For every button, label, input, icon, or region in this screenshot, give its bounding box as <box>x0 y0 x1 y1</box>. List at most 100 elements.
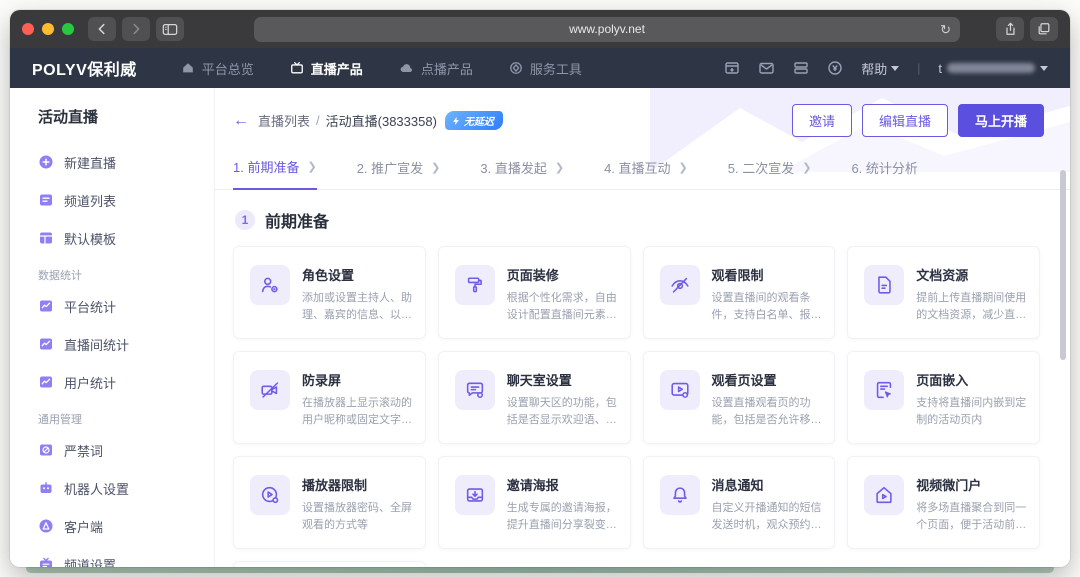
breadcrumb-current: 活动直播(3833358) <box>326 111 437 130</box>
chevron-left-icon <box>95 22 109 36</box>
edit-live-button[interactable]: 编辑直播 <box>862 104 948 137</box>
cloud-icon <box>399 61 414 75</box>
sidebar-item-user-stats[interactable]: 用户统计 <box>38 363 214 401</box>
sidebar-section-general-admin: 通用管理 <box>38 411 214 427</box>
main-content: ← 直播列表 / 活动直播(3833358) 无延迟 邀请 编辑直播 马上开播 … <box>215 88 1070 567</box>
menu-item-live-products[interactable]: 直播产品 <box>290 59 363 78</box>
vertical-scrollbar[interactable] <box>1060 170 1066 360</box>
tab-interaction[interactable]: 4. 直播互动❯ <box>604 157 688 189</box>
card-watch-restriction[interactable]: 观看限制设置直播间的观看条件，支持白名单、报名观看、验... <box>643 246 836 339</box>
channel-settings-icon <box>38 556 54 567</box>
card-player-restriction[interactable]: 播放器限制设置播放器密码、全屏观看的方式等 <box>233 456 426 549</box>
sidebar-item-client[interactable]: 客户端 <box>38 507 214 545</box>
invite-button[interactable]: 邀请 <box>792 104 852 137</box>
chevron-right-icon: ❯ <box>431 161 440 174</box>
document-icon <box>873 274 895 296</box>
tabs-overview-button[interactable] <box>1030 17 1058 41</box>
eye-off-icon <box>669 274 691 296</box>
sidebar-section-data-stats: 数据统计 <box>38 267 214 283</box>
window-controls <box>22 23 74 35</box>
card-chatroom-settings[interactable]: 聊天室设置设置聊天区的功能，包括是否显示欢迎语、是否支持... <box>438 351 631 444</box>
nav-divider: | <box>917 61 920 75</box>
card-document-resources[interactable]: 文档资源提前上传直播期间使用的文档资源，减少直播中的失... <box>847 246 1040 339</box>
client-icon <box>38 518 54 534</box>
chevron-right-icon: ❯ <box>307 160 316 173</box>
card-page-embed[interactable]: 页面嵌入支持将直播间内嵌到定制的活动页内 <box>847 351 1040 444</box>
tools-icon <box>509 61 523 75</box>
channel-list-icon <box>38 192 54 208</box>
url-text: www.polyv.net <box>569 22 645 36</box>
card-watch-page-settings[interactable]: 观看页设置设置直播观看页的功能，包括是否允许移动端观看等 <box>643 351 836 444</box>
sidebar-toggle-button[interactable] <box>156 17 184 41</box>
close-window-button[interactable] <box>22 23 34 35</box>
polyv-logo[interactable]: POLYV保利威 <box>32 56 137 80</box>
robot-icon <box>38 480 54 496</box>
help-menu[interactable]: 帮助 <box>861 59 899 78</box>
chart-icon <box>38 336 54 352</box>
chevron-down-icon <box>1040 66 1048 71</box>
chat-gear-icon <box>464 379 486 401</box>
browser-chrome: www.polyv.net ↻ <box>10 10 1070 48</box>
chevron-right-icon: ❯ <box>555 161 564 174</box>
url-bar[interactable]: www.polyv.net ↻ <box>254 17 960 42</box>
sidebar-item-room-stats[interactable]: 直播间统计 <box>38 325 214 363</box>
forward-button[interactable] <box>122 17 150 41</box>
back-button[interactable] <box>88 17 116 41</box>
role-person-icon <box>259 274 281 296</box>
sidebar-item-channel-settings[interactable]: 频道设置 <box>38 545 214 567</box>
bell-icon <box>669 484 691 506</box>
share-button[interactable] <box>996 17 1024 41</box>
menu-item-platform-overview[interactable]: 平台总览 <box>181 59 254 78</box>
minimize-window-button[interactable] <box>42 23 54 35</box>
username-redacted <box>947 63 1035 73</box>
card-page-decoration[interactable]: 页面装修根据个性化需求，自由设计配置直播间元素。支持自... <box>438 246 631 339</box>
feature-card-grid: 角色设置添加或设置主持人、助理、嘉宾的信息、以及新增助... 页面装修根据个性化… <box>233 246 1040 567</box>
scroll-area: 1 前期准备 角色设置添加或设置主持人、助理、嘉宾的信息、以及新增助... 页面… <box>215 190 1070 567</box>
server-icon[interactable] <box>793 60 809 76</box>
card-wechat-official[interactable]: 公众号适用于直播间引流至公众号或客服，沉淀用户至私域... <box>233 561 426 567</box>
sidebar-item-robot-settings[interactable]: 机器人设置 <box>38 469 214 507</box>
sidebar-item-default-template[interactable]: 默认模板 <box>38 219 214 257</box>
tab-promotion[interactable]: 2. 推广宣发❯ <box>357 157 441 189</box>
menu-item-service-tools[interactable]: 服务工具 <box>509 59 582 78</box>
mail-icon[interactable] <box>758 60 775 76</box>
menu-item-vod-products[interactable]: 点播产品 <box>399 59 473 78</box>
sidebar-item-new-live[interactable]: 新建直播 <box>38 143 214 181</box>
camera-off-icon <box>259 379 281 401</box>
back-arrow-icon[interactable]: ← <box>233 113 249 129</box>
player-gear-icon <box>259 484 281 506</box>
tab-launch[interactable]: 3. 直播发起❯ <box>480 157 564 189</box>
sidebar-item-banned-words[interactable]: 严禁词 <box>38 431 214 469</box>
paint-roller-icon <box>464 274 486 296</box>
tab-re-promotion[interactable]: 5. 二次宣发❯ <box>728 157 812 189</box>
breadcrumb-separator: / <box>316 113 320 128</box>
sidebar-panel-icon <box>162 23 178 36</box>
sidebar-item-platform-stats[interactable]: 平台统计 <box>38 287 214 325</box>
user-account-menu[interactable]: t <box>938 61 1048 76</box>
template-icon <box>38 230 54 246</box>
reload-icon[interactable]: ↻ <box>940 23 951 36</box>
tab-statistics[interactable]: 6. 统计分析 <box>851 157 917 189</box>
tab-preparation[interactable]: 1. 前期准备❯ <box>233 157 317 190</box>
section-title: 前期准备 <box>265 208 329 232</box>
chevron-right-icon <box>129 22 143 36</box>
storage-box-icon[interactable] <box>724 60 740 76</box>
breadcrumb-parent[interactable]: 直播列表 <box>258 111 310 130</box>
coin-icon[interactable] <box>827 60 843 76</box>
lightning-icon <box>451 116 461 126</box>
section-header: 1 前期准备 <box>235 208 1040 232</box>
chevron-down-icon <box>891 66 899 71</box>
sidebar-item-channel-list[interactable]: 频道列表 <box>38 181 214 219</box>
card-message-notification[interactable]: 消息通知自定义开播通知的短信发送时机，观众预约直播后，... <box>643 456 836 549</box>
plus-circle-icon <box>38 154 54 170</box>
card-role-settings[interactable]: 角色设置添加或设置主持人、助理、嘉宾的信息、以及新增助... <box>233 246 426 339</box>
card-invite-poster[interactable]: 邀请海报生成专属的邀请海报，提升直播间分享裂变的效果 <box>438 456 631 549</box>
maximize-window-button[interactable] <box>62 23 74 35</box>
card-anti-screen-record[interactable]: 防录屏在播放器上显示滚动的用户昵称或固定文字，达到防... <box>233 351 426 444</box>
chevron-right-icon: ❯ <box>679 161 688 174</box>
card-video-portal[interactable]: 视频微门户将多场直播聚合到同一个页面，便于活动前期的宣发... <box>847 456 1040 549</box>
start-live-button[interactable]: 马上开播 <box>958 104 1044 137</box>
banned-word-icon <box>38 442 54 458</box>
breadcrumb: ← 直播列表 / 活动直播(3833358) 无延迟 邀请 编辑直播 马上开播 <box>215 88 1070 137</box>
video-page-gear-icon <box>669 379 691 401</box>
